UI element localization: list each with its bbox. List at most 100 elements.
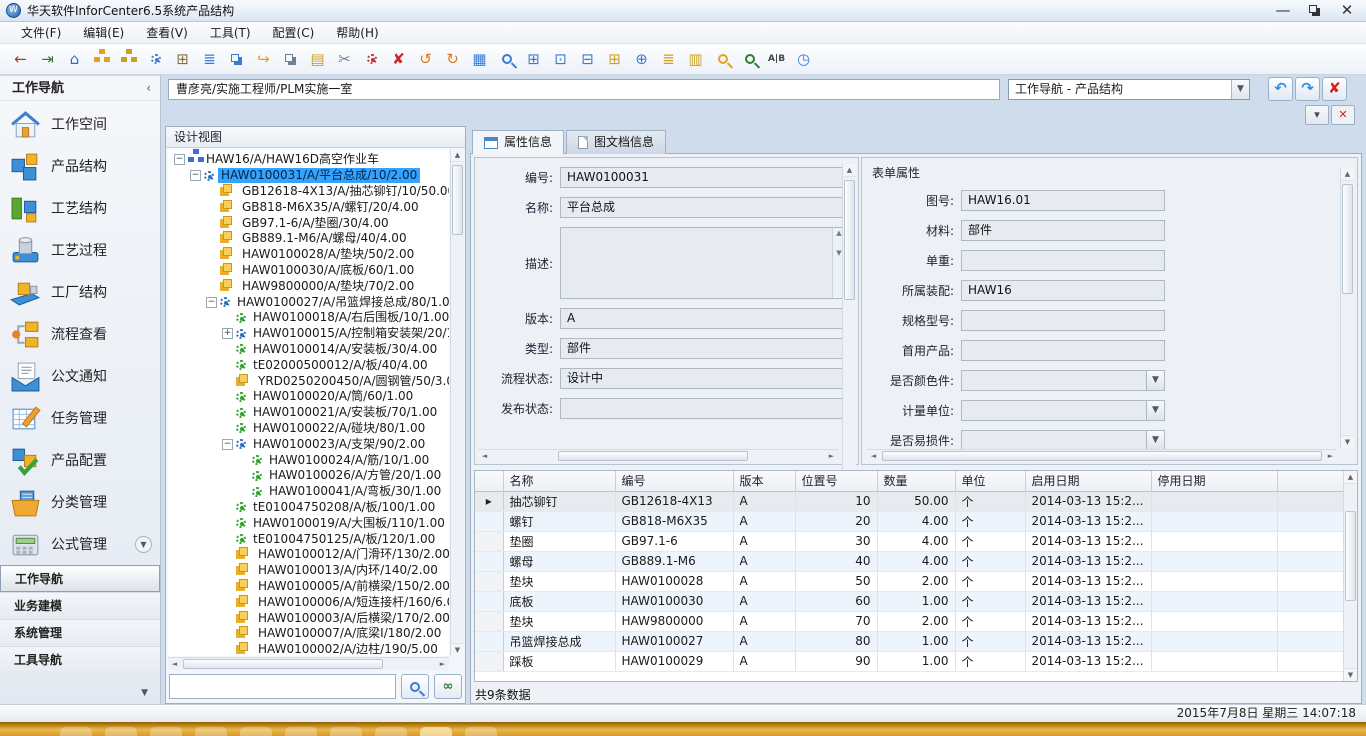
sidebar-item-flow-view[interactable]: 流程查看 bbox=[0, 313, 160, 355]
search-parts-button[interactable] bbox=[710, 47, 735, 72]
tree-node[interactable]: HAW0100012/A/门滑环/130/2.00 bbox=[170, 547, 449, 563]
navigation-selector[interactable]: 工作导航 - 产品结构 ▼ bbox=[1008, 79, 1250, 100]
material-input[interactable]: 部件 bbox=[961, 220, 1165, 241]
column-header-8[interactable]: 停用日期 bbox=[1151, 471, 1277, 491]
collapse-button[interactable]: ⊟ bbox=[575, 47, 600, 72]
type-input[interactable]: 部件 bbox=[560, 338, 846, 359]
unit-weight-input[interactable] bbox=[961, 250, 1165, 271]
scroll-up-icon[interactable]: ▲ bbox=[843, 164, 856, 177]
nav-close-button[interactable]: ✘ bbox=[1322, 77, 1347, 101]
tree-node[interactable]: HAW0100018/A/右后围板/10/1.00 bbox=[170, 310, 449, 326]
scrollbar-thumb[interactable] bbox=[183, 659, 383, 669]
scrollbar-thumb[interactable] bbox=[452, 165, 463, 235]
tree-node[interactable]: HAW0100030/A/底板/60/1.00 bbox=[170, 263, 449, 279]
share-button[interactable]: ↪ bbox=[251, 47, 276, 72]
table-row[interactable]: 踩板HAW0100029A901.00个2014-03-13 15:2... bbox=[475, 651, 1349, 671]
sidebar-collapse-icon[interactable]: ‹ bbox=[146, 81, 151, 95]
tree-browse-button[interactable]: ∞ bbox=[434, 674, 462, 699]
tree-expander-icon[interactable]: − bbox=[206, 297, 217, 308]
tree-node[interactable]: HAW0100041/A/弯板/30/1.00 bbox=[170, 484, 449, 500]
row-selector[interactable] bbox=[475, 571, 503, 591]
tree-node[interactable]: YRD0250200450/A/圆钢管/50/3.00 bbox=[170, 373, 449, 389]
column-header-7[interactable]: 启用日期 bbox=[1025, 471, 1151, 491]
column-header-5[interactable]: 数量 bbox=[877, 471, 955, 491]
taskbar-button[interactable] bbox=[105, 727, 137, 736]
row-selector[interactable] bbox=[475, 511, 503, 531]
scroll-right-icon[interactable]: ► bbox=[1324, 450, 1337, 463]
browse-table-button[interactable]: ▦ bbox=[467, 47, 492, 72]
chevron-down-icon[interactable]: ▼ bbox=[1146, 371, 1164, 390]
taskbar-button[interactable] bbox=[375, 727, 407, 736]
parent-assembly-input[interactable]: HAW16 bbox=[961, 280, 1165, 301]
tree-horizontal-scrollbar[interactable]: ◄ ► bbox=[168, 657, 449, 670]
sidebar-tab-系统管理[interactable]: 系统管理 bbox=[0, 619, 160, 646]
publish-status-input[interactable] bbox=[560, 398, 846, 419]
table-row[interactable]: 底板HAW0100030A601.00个2014-03-13 15:2... bbox=[475, 591, 1349, 611]
sidebar-item-factory-structure[interactable]: 工厂结构 bbox=[0, 271, 160, 313]
filter-table-button[interactable]: ▥ bbox=[683, 47, 708, 72]
scroll-down-icon[interactable]: ▼ bbox=[451, 643, 464, 656]
tree-node[interactable]: tE01004750208/A/板/100/1.00 bbox=[170, 500, 449, 516]
spec-model-input[interactable] bbox=[961, 310, 1165, 331]
flow-status-input[interactable]: 设计中 bbox=[560, 368, 846, 389]
compare-ab-button[interactable]: A|B bbox=[764, 47, 789, 72]
table-row[interactable]: 螺钉GB818-M6X35A204.00个2014-03-13 15:2... bbox=[475, 511, 1349, 531]
tree-node[interactable]: −HAW0100023/A/支架/90/2.00 bbox=[170, 436, 449, 452]
scrollbar-thumb[interactable] bbox=[844, 180, 855, 300]
tree-expander-icon[interactable]: − bbox=[174, 154, 185, 165]
tree-node[interactable]: tE02000500012/A/板/40/4.00 bbox=[170, 357, 449, 373]
scrollbar-thumb[interactable] bbox=[1345, 511, 1356, 601]
tree-node[interactable]: GB97.1-6/A/垫圈/30/4.00 bbox=[170, 215, 449, 231]
list-button[interactable]: ≣ bbox=[197, 47, 222, 72]
search-button[interactable] bbox=[494, 47, 519, 72]
sidebar-item-classify-manage[interactable]: 分类管理 bbox=[0, 481, 160, 523]
windows-taskbar[interactable] bbox=[0, 722, 1366, 736]
process-structure-button[interactable] bbox=[116, 47, 141, 72]
scrollbar-thumb[interactable] bbox=[558, 451, 748, 461]
panel-collapse-button[interactable]: ▾ bbox=[1305, 105, 1329, 125]
taskbar-button[interactable] bbox=[150, 727, 182, 736]
sheet-form-scrollbar[interactable]: ▲ ▼ bbox=[1340, 168, 1354, 448]
taskbar-button[interactable] bbox=[465, 727, 497, 736]
tree-expander-icon[interactable]: − bbox=[190, 170, 201, 181]
column-header-6[interactable]: 单位 bbox=[955, 471, 1025, 491]
chevron-down-icon[interactable]: ▼ bbox=[1146, 431, 1164, 450]
scroll-up-icon[interactable]: ▲ bbox=[451, 149, 464, 162]
tree-list-button[interactable]: ≣ bbox=[656, 47, 681, 72]
drawing-no-input[interactable]: HAW16.01 bbox=[961, 190, 1165, 211]
chevron-down-icon[interactable]: ▼ bbox=[1146, 401, 1164, 420]
scrollbar-thumb[interactable] bbox=[1342, 184, 1353, 294]
table-row[interactable]: 垫块HAW9800000A702.00个2014-03-13 15:2... bbox=[475, 611, 1349, 631]
settings-gear-button[interactable] bbox=[143, 47, 168, 72]
menu-item-view[interactable]: 查看(V) bbox=[137, 22, 197, 43]
tree-node[interactable]: −HAW0100031/A/平台总成/10/2.00 bbox=[170, 168, 449, 184]
taskbar-button[interactable] bbox=[60, 727, 92, 736]
product-structure-button[interactable] bbox=[89, 47, 114, 72]
minimize-button[interactable]: — bbox=[1270, 3, 1296, 19]
is-color-part-input[interactable]: ▼ bbox=[961, 370, 1165, 391]
tree-vertical-scrollbar[interactable]: ▲ ▼ bbox=[450, 149, 464, 656]
bom-table-scrollbar[interactable]: ▲ ▼ bbox=[1343, 471, 1357, 681]
description-input[interactable]: ▲ ▼ bbox=[560, 227, 846, 299]
tree-node[interactable]: HAW0100013/A/内环/140/2.00 bbox=[170, 563, 449, 579]
sidebar-tab-业务建模[interactable]: 业务建模 bbox=[0, 592, 160, 619]
tab-documents[interactable]: 图文档信息 bbox=[566, 130, 666, 154]
refresh-button[interactable]: ↻ bbox=[440, 47, 465, 72]
table-row[interactable]: 螺母GB889.1-M6A404.00个2014-03-13 15:2... bbox=[475, 551, 1349, 571]
scroll-up-icon[interactable]: ▲ bbox=[1344, 471, 1357, 484]
menu-item-edit[interactable]: 编辑(E) bbox=[74, 22, 133, 43]
scrollbar-thumb[interactable] bbox=[882, 451, 1322, 461]
sidebar-item-product-config[interactable]: 产品配置 bbox=[0, 439, 160, 481]
tree-node[interactable]: HAW0100021/A/安装板/70/1.00 bbox=[170, 405, 449, 421]
sidebar-item-craft-process[interactable]: 工艺过程 bbox=[0, 229, 160, 271]
code-input[interactable]: HAW0100031 bbox=[560, 167, 846, 188]
tree-search-button[interactable] bbox=[401, 674, 429, 699]
scroll-left-icon[interactable]: ◄ bbox=[168, 658, 181, 671]
undo-button[interactable]: ↺ bbox=[413, 47, 438, 72]
tree-node[interactable]: HAW0100020/A/筒/60/1.00 bbox=[170, 389, 449, 405]
nav-back-button[interactable]: ↶ bbox=[1268, 77, 1293, 101]
scroll-down-icon[interactable]: ▼ bbox=[1344, 668, 1357, 681]
properties-form-hscrollbar[interactable]: ◄ ► bbox=[478, 449, 838, 462]
sidebar-scroll-down-button[interactable]: ▼ bbox=[135, 536, 152, 553]
tree-expander-icon[interactable]: + bbox=[222, 328, 233, 339]
